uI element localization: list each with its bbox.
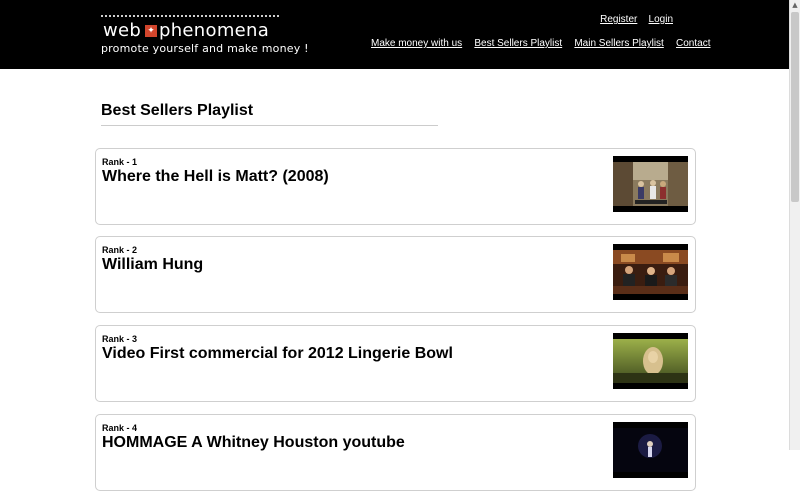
nav-contact[interactable]: Contact: [676, 38, 710, 49]
video-thumbnail[interactable]: [613, 156, 688, 212]
video-thumbnail[interactable]: [613, 244, 688, 300]
login-link[interactable]: Login: [649, 14, 673, 25]
logo-word-phenomena: phenomena: [159, 20, 270, 41]
site-header: web ✦ phenomena promote yourself and mak…: [0, 0, 790, 69]
video-thumbnail[interactable]: [613, 333, 688, 389]
item-title[interactable]: Where the Hell is Matt? (2008): [102, 168, 329, 186]
portrait-scene-icon: [613, 339, 688, 383]
item-title[interactable]: William Hung: [102, 256, 203, 274]
item-title[interactable]: Video First commercial for 2012 Lingerie…: [102, 345, 453, 363]
playlist-item[interactable]: Rank - 3 Video First commercial for 2012…: [95, 325, 696, 402]
item-rank: Rank - 3: [102, 334, 138, 344]
vertical-scrollbar[interactable]: ▲: [789, 0, 800, 450]
account-links: Register Login: [592, 14, 673, 25]
logo-star-icon: ✦: [145, 25, 157, 37]
judges-scene-icon: [613, 250, 688, 294]
logo-dotted-line: [101, 15, 281, 18]
playlist-item[interactable]: Rank - 1 Where the Hell is Matt? (2008): [95, 148, 696, 225]
item-rank: Rank - 1: [102, 157, 138, 167]
playlist-item[interactable]: Rank - 4 HOMMAGE A Whitney Houston youtu…: [95, 414, 696, 491]
item-rank: Rank - 2: [102, 245, 138, 255]
stage-scene-icon: [613, 428, 688, 472]
scrollbar-thumb[interactable]: [791, 12, 799, 202]
site-logo[interactable]: web ✦ phenomena promote yourself and mak…: [101, 15, 309, 59]
video-thumbnail[interactable]: [613, 422, 688, 478]
item-title[interactable]: HOMMAGE A Whitney Houston youtube: [102, 434, 405, 452]
page-title: Best Sellers Playlist: [101, 101, 438, 126]
register-link[interactable]: Register: [600, 14, 637, 25]
scroll-up-arrow-icon[interactable]: ▲: [790, 0, 800, 10]
logo-word-web: web: [103, 20, 142, 41]
logo-tagline: promote yourself and make money !: [101, 42, 309, 55]
dancing-scene-icon: [613, 162, 688, 206]
nav-make-money[interactable]: Make money with us: [371, 38, 462, 49]
item-rank: Rank - 4: [102, 423, 138, 433]
main-nav: Make money with us Best Sellers Playlist…: [371, 38, 719, 49]
nav-main-sellers[interactable]: Main Sellers Playlist: [574, 38, 663, 49]
nav-best-sellers[interactable]: Best Sellers Playlist: [474, 38, 562, 49]
playlist-item[interactable]: Rank - 2 William Hung: [95, 236, 696, 313]
